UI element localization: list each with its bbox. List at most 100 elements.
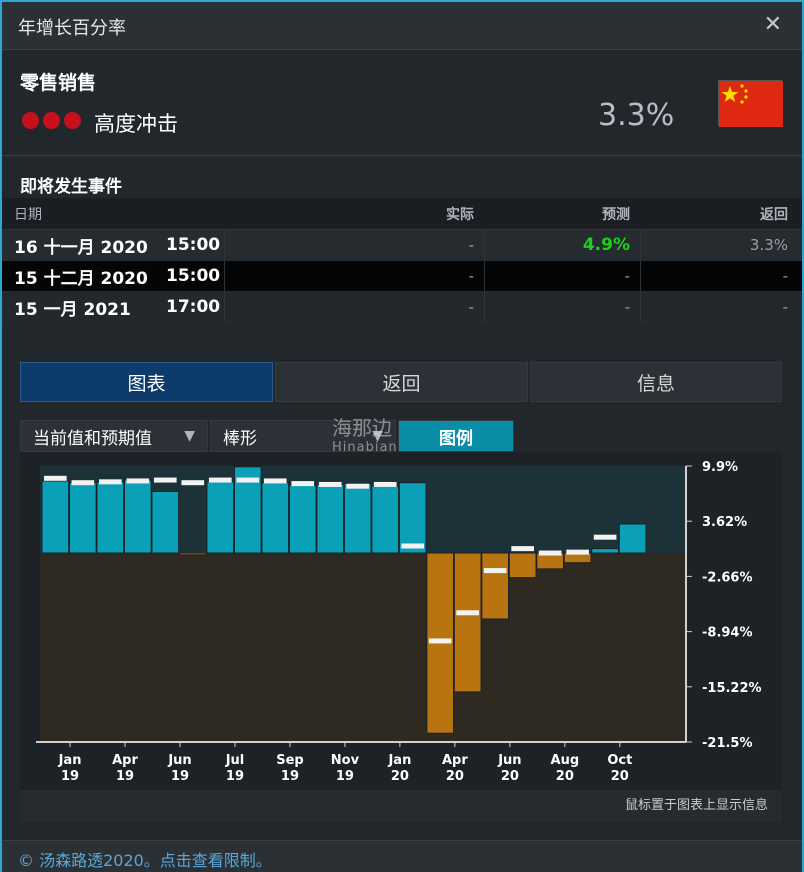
- x-tick-label: Oct: [607, 753, 632, 768]
- chart-type-label: 棒形: [223, 428, 257, 449]
- impact-dot-icon: [43, 112, 60, 129]
- window-title: 年增长百分率: [18, 18, 126, 39]
- y-tick-label: -2.66%: [702, 570, 753, 585]
- tab-previous[interactable]: 返回: [275, 362, 528, 402]
- x-tick-label: Nov: [331, 753, 360, 768]
- event-date: 15 一月 2021: [14, 299, 131, 320]
- actual-bar: [68, 482, 97, 554]
- x-tick-label: Jan: [387, 753, 411, 768]
- actual-bar: [481, 552, 509, 620]
- forecast-marker: [566, 549, 589, 555]
- y-tick-label: 9.9%: [702, 460, 738, 475]
- column-previous: 返回: [760, 206, 788, 223]
- forecast-marker: [263, 478, 287, 484]
- forecast-marker: [456, 610, 480, 616]
- actual-bar: [398, 482, 427, 554]
- actual-bar: [316, 483, 345, 554]
- tab-info[interactable]: 信息: [530, 362, 782, 402]
- x-tick-year: 20: [391, 769, 409, 784]
- forecast-marker: [483, 568, 507, 574]
- table-row[interactable]: 15 一月 2021 17:00 - - -: [2, 292, 802, 323]
- y-tick-label: -8.94%: [702, 626, 753, 641]
- events-table-header: 日期 实际 预测 返回: [2, 198, 802, 230]
- impact-dot-icon: [64, 112, 81, 129]
- x-tick-label: Apr: [442, 753, 468, 768]
- indicator-window: 年增长百分率 ✕ 零售销售 高度冲击 3.3% 即将发生事件 日期 实际 预测 …: [0, 0, 804, 872]
- x-tick-year: 19: [61, 769, 79, 784]
- title-bar: 年增长百分率 ✕: [2, 2, 802, 50]
- actual-bar: [453, 552, 482, 693]
- event-forecast: -: [484, 261, 640, 291]
- forecast-marker: [126, 478, 150, 484]
- forecast-marker: [593, 534, 617, 540]
- event-date: 15 十二月 2020: [14, 268, 148, 289]
- forecast-marker: [346, 483, 370, 489]
- x-tick-year: 20: [501, 769, 519, 784]
- y-tick-label: -21.5%: [702, 736, 753, 751]
- events-header: 即将发生事件: [20, 177, 122, 197]
- event-time: 15:00: [166, 235, 221, 255]
- forecast-marker: [44, 475, 67, 481]
- forecast-marker: [538, 550, 562, 556]
- actual-bar: [261, 482, 290, 554]
- actual-bar: [371, 485, 400, 554]
- column-date: 日期: [14, 206, 42, 223]
- x-tick-label: Aug: [551, 753, 580, 768]
- event-previous: -: [640, 292, 800, 322]
- x-tick-label: Jul: [225, 753, 245, 768]
- x-tick-year: 19: [116, 769, 134, 784]
- close-icon[interactable]: ✕: [764, 12, 782, 37]
- table-row[interactable]: 16 十一月 2020 15:00 - 4.9% 3.3%: [2, 230, 802, 261]
- forecast-marker: [208, 477, 232, 483]
- impact-dot-icon: [22, 112, 39, 129]
- actual-bar: [591, 548, 619, 554]
- forecast-marker: [181, 480, 205, 486]
- actual-bar: [96, 481, 125, 554]
- x-tick-label: Jun: [167, 753, 191, 768]
- event-previous: -: [640, 261, 800, 291]
- series-select[interactable]: 当前值和预期值 ▼: [20, 420, 208, 452]
- x-tick-label: Sep: [276, 753, 304, 768]
- impact-dots: [22, 112, 85, 133]
- event-forecast: 4.9%: [484, 230, 640, 260]
- actual-bar: [41, 480, 70, 554]
- impact-label: 高度冲击: [94, 112, 178, 136]
- series-select-label: 当前值和预期值: [33, 428, 152, 449]
- x-tick-label: Apr: [112, 753, 138, 768]
- bar-chart[interactable]: 9.9%3.62%-2.66%-8.94%-15.22%-21.5%Jan19A…: [20, 452, 782, 790]
- y-tick-label: 3.62%: [702, 515, 747, 530]
- actual-bar: [151, 490, 180, 554]
- footer: © 汤森路透2020。点击查看限制。: [2, 840, 802, 872]
- tab-chart[interactable]: 图表: [20, 362, 273, 402]
- actual-bar: [343, 483, 372, 554]
- event-actual: -: [224, 292, 484, 322]
- x-tick-year: 19: [171, 769, 189, 784]
- column-actual: 实际: [446, 206, 474, 223]
- indicator-summary: 零售销售 高度冲击 3.3%: [2, 50, 802, 156]
- chevron-down-icon: ▼: [184, 428, 195, 444]
- forecast-marker: [401, 543, 425, 549]
- forecast-marker: [98, 479, 122, 485]
- event-actual: -: [224, 261, 484, 291]
- negative-region: [40, 553, 686, 742]
- event-time: 17:00: [166, 297, 221, 317]
- forecast-marker: [153, 477, 177, 483]
- x-tick-year: 19: [226, 769, 244, 784]
- x-tick-year: 20: [556, 769, 574, 784]
- legend-button[interactable]: 图例: [398, 420, 514, 452]
- event-time: 15:00: [166, 266, 221, 286]
- copyright-link[interactable]: © 汤森路透2020。点击查看限制。: [18, 847, 272, 871]
- x-tick-year: 20: [446, 769, 464, 784]
- table-row[interactable]: 15 十二月 2020 15:00 - - -: [2, 261, 802, 292]
- actual-bar: [206, 481, 235, 554]
- actual-bar: [178, 552, 207, 556]
- x-tick-year: 19: [336, 769, 354, 784]
- forecast-marker: [373, 481, 397, 487]
- actual-bar: [123, 479, 152, 554]
- x-tick-year: 19: [281, 769, 299, 784]
- column-forecast: 预测: [602, 206, 630, 223]
- actual-bar: [288, 484, 317, 554]
- event-forecast: -: [484, 292, 640, 322]
- y-tick-label: -15.22%: [702, 681, 762, 696]
- chart-area[interactable]: 9.9% 3.62% -2.66% -8.94% -15.22% -21.5% Jan 19 A…: [20, 452, 782, 792]
